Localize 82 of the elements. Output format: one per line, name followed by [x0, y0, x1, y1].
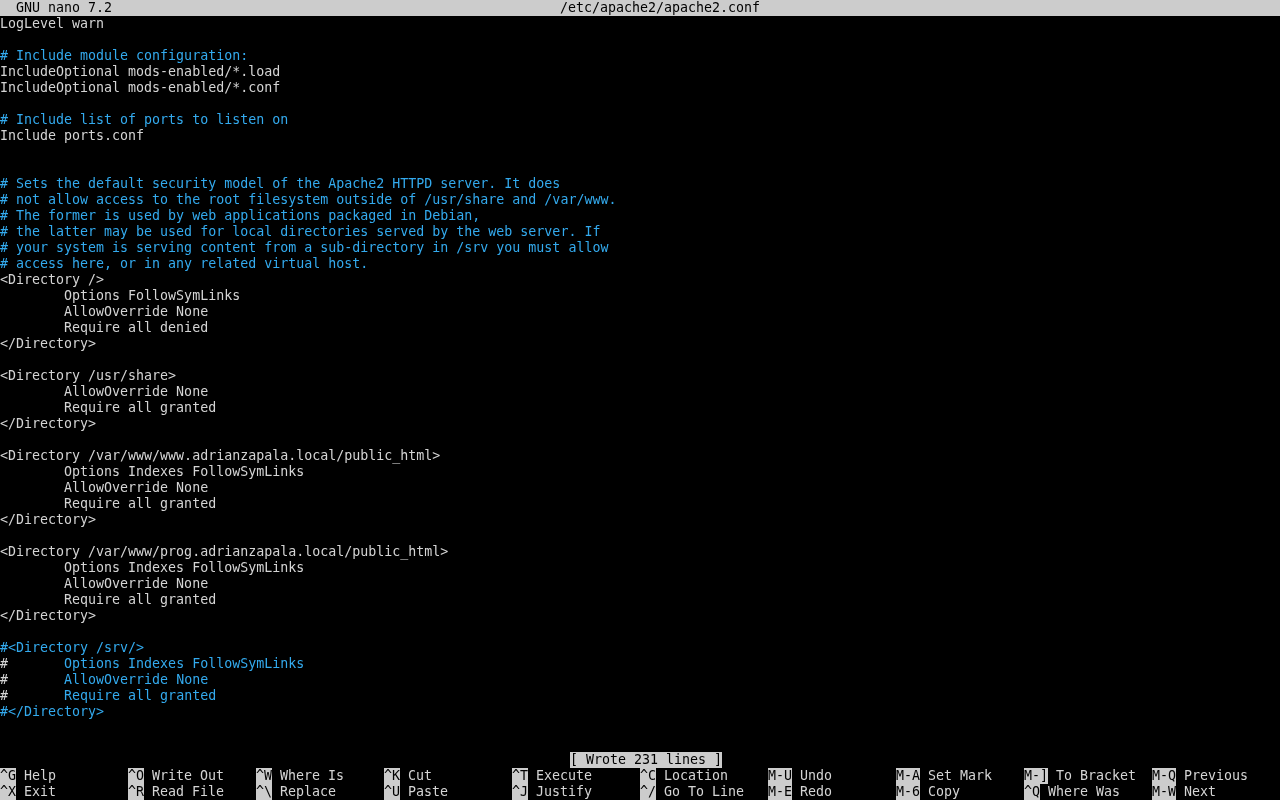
shortcut-label: To Bracket: [1056, 768, 1137, 784]
shortcut-label: Read File: [152, 784, 225, 800]
code-line: Require all granted: [63, 592, 217, 608]
shortcut-key: ^K: [384, 768, 400, 784]
comment-line: # Include list of ports to listen on: [0, 112, 289, 128]
comment-line: # access here, or in any related virtual host.: [0, 256, 369, 272]
code-line: <Directory /var/www/prog.adrianzapala.local/public_html>: [0, 544, 449, 560]
code-line: IncludeOptional mods-enabled/*.load: [0, 64, 281, 80]
code-line: </Directory>: [0, 416, 97, 432]
code-line: AllowOverride None: [63, 384, 209, 400]
code-line: Options Indexes FollowSymLinks: [63, 464, 305, 480]
shortcut-label: Justify: [536, 784, 593, 800]
shortcut-label: Go To Line: [664, 784, 745, 800]
shortcut-key: M-W: [1152, 784, 1177, 800]
shortcut-key: ^\: [256, 784, 272, 800]
code-line: </Directory>: [0, 512, 97, 528]
code-line: Require all denied: [63, 320, 209, 336]
code-line: <Directory />: [0, 272, 105, 288]
comment-line: # Include module configuration:: [0, 48, 249, 64]
shortcut-key: ^T: [512, 768, 528, 784]
code-line: <Directory /var/www/www.adrianzapala.local/public_html>: [0, 448, 441, 464]
code-line: Require all granted: [63, 496, 217, 512]
shortcut-label: Where Was: [1048, 784, 1121, 800]
shortcut-key: ^C: [640, 768, 656, 784]
shortcut-key: M-E: [768, 784, 793, 800]
file-path: /etc/apache2/apache2.conf: [558, 0, 761, 16]
code-line: IncludeOptional mods-enabled/*.conf: [0, 80, 281, 96]
status-message: [ Wrote 231 lines ]: [569, 752, 723, 768]
shortcut-label: Copy: [928, 784, 961, 800]
comment-line: # Sets the default security model of the Apache2 HTTPD server. It does: [0, 176, 561, 192]
code-line: Include ports.conf: [0, 128, 145, 144]
app-version: GNU nano 7.2: [15, 0, 114, 16]
shortcut-key: ^U: [384, 784, 400, 800]
code-line: AllowOverride None: [63, 576, 209, 592]
comment-line: #<Directory /srv/>: [0, 640, 145, 656]
comment-line: # The former is used by web applications packaged in Debian,: [0, 208, 481, 224]
shortcut-label: Undo: [800, 768, 833, 784]
shortcut-key: M-]: [1024, 768, 1049, 784]
shortcut-key: M-Q: [1152, 768, 1177, 784]
shortcut-key: M-6: [896, 784, 921, 800]
shortcut-label: Where Is: [280, 768, 345, 784]
code-line: <Directory /usr/share>: [0, 368, 177, 384]
code-line: AllowOverride None: [63, 304, 209, 320]
shortcut-label: Redo: [800, 784, 833, 800]
comment-line: # your system is serving content from a sub-directory in /srv you must allow: [0, 240, 609, 256]
comment-line: # not allow access to the root filesystem outside of /usr/share and /var/www.: [0, 192, 617, 208]
shortcut-label: Next: [1184, 784, 1217, 800]
shortcut-label: Execute: [536, 768, 593, 784]
shortcut-label: Cut: [408, 768, 433, 784]
shortcut-key: M-U: [768, 768, 793, 784]
code-line: LogLevel warn: [0, 16, 105, 32]
code-line: </Directory>: [0, 608, 97, 624]
shortcut-key: M-A: [896, 768, 921, 784]
shortcut-key: ^O: [128, 768, 144, 784]
shortcut-key: ^/: [640, 784, 656, 800]
shortcut-label: Replace: [280, 784, 337, 800]
shortcut-key: ^G: [0, 768, 16, 784]
shortcut-key: ^J: [512, 784, 528, 800]
code-line: Require all granted: [63, 400, 217, 416]
comment-text: AllowOverride None: [63, 672, 209, 688]
code-text: #: [0, 688, 8, 704]
comment-line: # the latter may be used for local directories served by the web server. If: [0, 224, 601, 240]
code-line: </Directory>: [0, 336, 97, 352]
comment-text: Require all granted: [63, 688, 217, 704]
shortcut-key: ^W: [256, 768, 272, 784]
shortcut-label: Help: [24, 768, 57, 784]
shortcut-label: Exit: [24, 784, 57, 800]
shortcut-label: Paste: [408, 784, 449, 800]
code-text: #: [0, 656, 8, 672]
code-line: Options FollowSymLinks: [63, 288, 241, 304]
shortcut-key: ^X: [0, 784, 16, 800]
comment-text: Options Indexes FollowSymLinks: [63, 656, 305, 672]
shortcut-key: ^Q: [1024, 784, 1040, 800]
shortcut-label: Write Out: [152, 768, 225, 784]
shortcut-label: Previous: [1184, 768, 1249, 784]
code-text: #: [0, 672, 8, 688]
code-line: Options Indexes FollowSymLinks: [63, 560, 305, 576]
shortcut-key: ^R: [128, 784, 144, 800]
comment-line: #</Directory>: [0, 704, 105, 720]
shortcut-label: Location: [664, 768, 729, 784]
code-line: AllowOverride None: [63, 480, 209, 496]
shortcut-label: Set Mark: [928, 768, 993, 784]
